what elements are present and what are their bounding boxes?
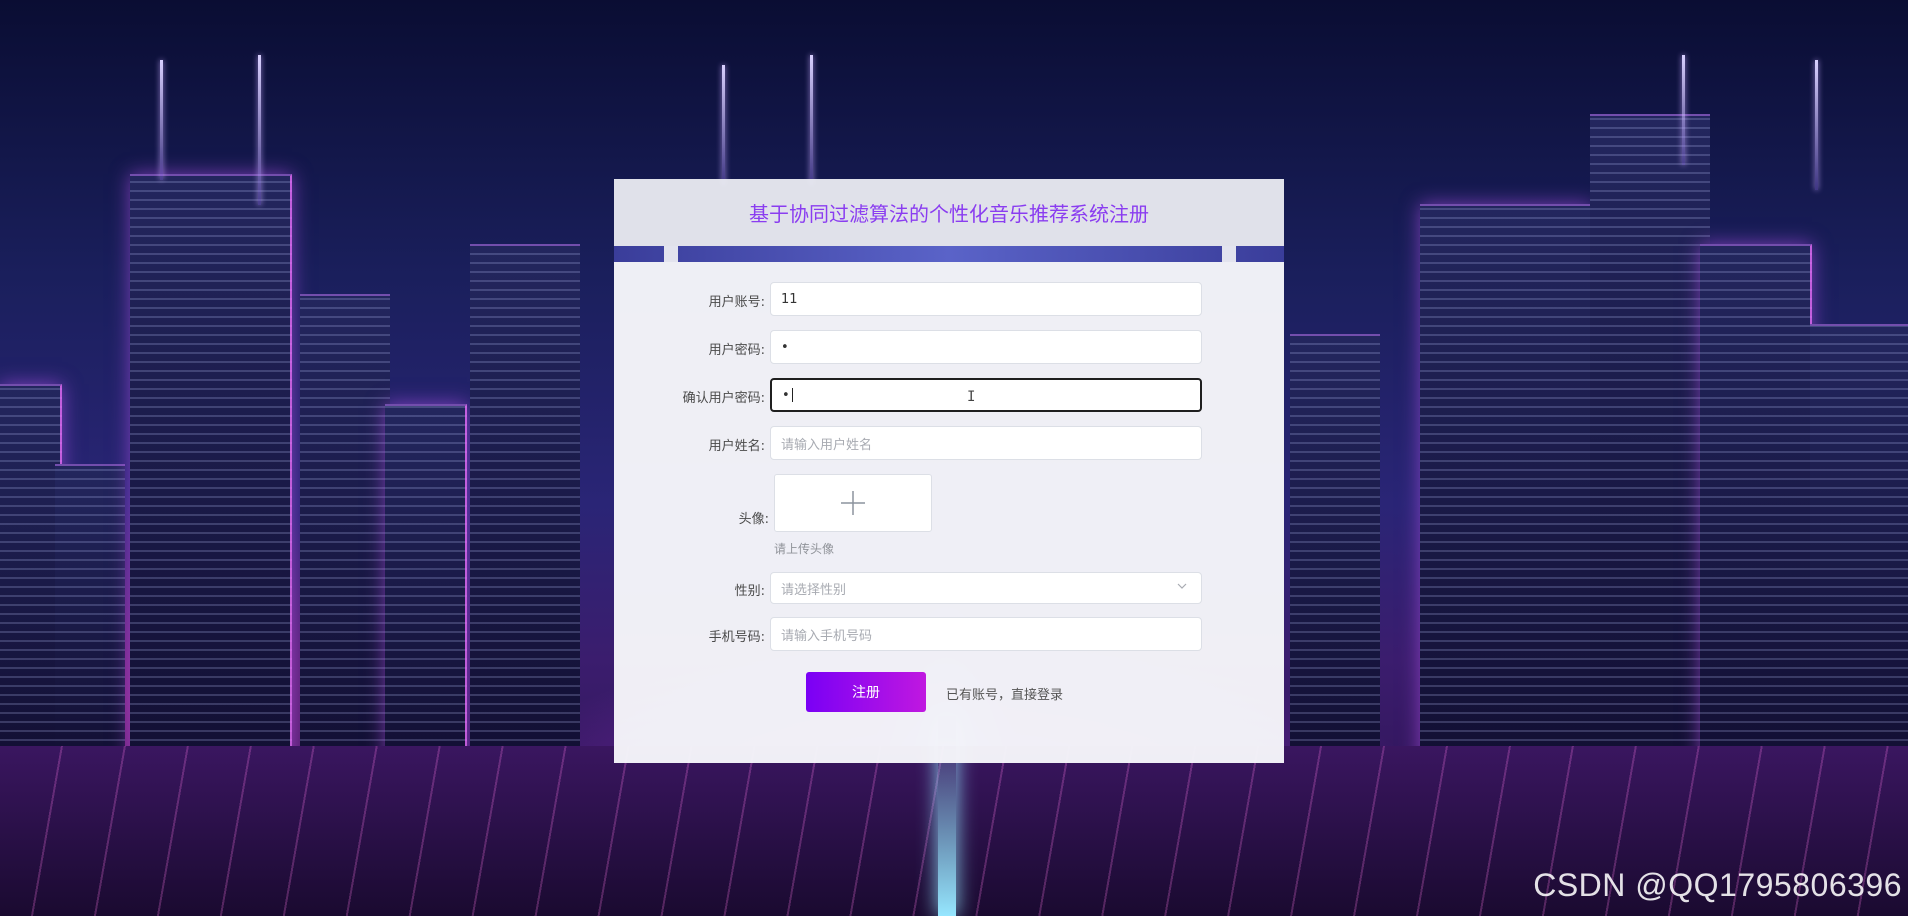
name-placeholder: 请输入用户姓名 (781, 437, 873, 453)
gender-select[interactable]: 请选择性别 (770, 572, 1202, 604)
building (1290, 334, 1380, 766)
building (385, 404, 467, 766)
account-input[interactable]: 11 (770, 282, 1202, 316)
actions-row: 注册 已有账号，直接登录 (614, 672, 1284, 712)
antenna (1682, 55, 1685, 165)
antenna (1815, 60, 1818, 190)
building (1810, 324, 1908, 766)
name-input[interactable]: 请输入用户姓名 (770, 426, 1202, 460)
building (55, 464, 125, 766)
antenna (160, 60, 163, 180)
name-row: 用户姓名: 请输入用户姓名 (614, 426, 1284, 460)
confirm-password-value: • (782, 387, 790, 403)
phone-label: 手机号码: (708, 630, 765, 645)
register-card: 基于协同过滤算法的个性化音乐推荐系统注册 用户账号: 11 用户密码: • 确认… (614, 179, 1284, 763)
building (1590, 114, 1710, 766)
avatar-hint: 请上传头像 (774, 542, 835, 556)
avatar-label: 头像: (738, 512, 769, 527)
divider-notch (664, 246, 678, 262)
gender-label: 性别: (734, 584, 765, 599)
phone-row: 手机号码: 请输入手机号码 (614, 617, 1284, 651)
name-label: 用户姓名: (708, 439, 765, 454)
antenna (258, 55, 261, 205)
avatar-upload-button[interactable] (774, 474, 932, 532)
confirm-password-input[interactable]: • I (770, 378, 1202, 412)
password-value: • (781, 339, 789, 355)
csdn-watermark: CSDN @QQ1795806396 (1533, 867, 1902, 903)
plus-icon (841, 491, 865, 515)
password-input[interactable]: • (770, 330, 1202, 364)
account-row: 用户账号: 11 (614, 282, 1284, 316)
phone-placeholder: 请输入手机号码 (781, 628, 873, 644)
divider-notch (1222, 246, 1236, 262)
phone-input[interactable]: 请输入手机号码 (770, 617, 1202, 651)
password-row: 用户密码: • (614, 330, 1284, 364)
register-button[interactable]: 注册 (806, 672, 926, 712)
confirm-password-row: 确认用户密码: • I (614, 378, 1284, 412)
account-value: 11 (781, 291, 798, 307)
building (1700, 244, 1812, 766)
card-divider (614, 246, 1284, 262)
gender-placeholder: 请选择性别 (781, 582, 847, 598)
building (470, 244, 580, 766)
confirm-password-label: 确认用户密码: (682, 391, 765, 406)
login-link[interactable]: 已有账号，直接登录 (946, 684, 1063, 703)
chevron-down-icon (1177, 583, 1187, 589)
text-cursor-icon: I (967, 389, 976, 405)
building (0, 384, 62, 766)
building (300, 294, 390, 766)
building (130, 174, 292, 766)
password-label: 用户密码: (708, 343, 765, 358)
register-form: 用户账号: 11 用户密码: • 确认用户密码: • I 用户姓名: 请输入用户… (614, 262, 1284, 763)
card-header: 基于协同过滤算法的个性化音乐推荐系统注册 (614, 179, 1284, 246)
building (1420, 204, 1592, 766)
antenna (810, 55, 813, 185)
background-cityscape: 基于协同过滤算法的个性化音乐推荐系统注册 用户账号: 11 用户密码: • 确认… (0, 0, 1908, 916)
avatar-row: 头像: 请上传头像 (614, 474, 1284, 564)
gender-row: 性别: 请选择性别 (614, 572, 1284, 604)
account-label: 用户账号: (708, 295, 765, 310)
text-caret (791, 388, 793, 402)
antenna (722, 65, 725, 185)
page-title: 基于协同过滤算法的个性化音乐推荐系统注册 (749, 202, 1149, 226)
